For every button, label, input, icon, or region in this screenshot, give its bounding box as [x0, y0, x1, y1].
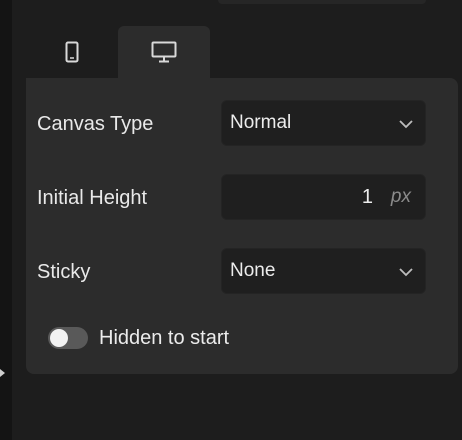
chevron-down-icon: [399, 120, 413, 129]
hidden-to-start-row: Hidden to start: [48, 324, 348, 352]
device-tabs: [26, 26, 210, 78]
initial-height-input[interactable]: 1 px: [221, 174, 426, 220]
top-field-edge: [218, 0, 426, 4]
canvas-type-row: Canvas Type Normal: [26, 100, 458, 148]
desktop-icon: [151, 41, 177, 63]
tab-mobile[interactable]: [26, 26, 118, 78]
initial-height-label: Initial Height: [37, 187, 148, 209]
canvas-type-label: Canvas Type: [37, 113, 154, 135]
canvas-type-value: Normal: [230, 112, 292, 133]
chevron-down-icon: [399, 268, 413, 277]
initial-height-unit: px: [390, 186, 411, 207]
tab-desktop[interactable]: [118, 26, 210, 78]
mobile-icon: [65, 41, 79, 63]
canvas-type-select[interactable]: Normal: [221, 100, 426, 146]
toggle-knob: [50, 329, 68, 347]
hidden-to-start-label: Hidden to start: [99, 327, 230, 349]
initial-height-value: 1: [361, 186, 373, 208]
sticky-row: Sticky None: [26, 248, 458, 296]
sticky-value: None: [230, 260, 276, 281]
hidden-to-start-toggle[interactable]: [48, 327, 88, 349]
initial-height-row: Initial Height 1 px: [26, 174, 458, 222]
sticky-select[interactable]: None: [221, 248, 426, 294]
canvas-settings-panel: Canvas Type Normal Initial Height 1 px S…: [26, 78, 458, 374]
sticky-label: Sticky: [37, 261, 91, 283]
expand-arrow-icon[interactable]: [0, 369, 5, 377]
